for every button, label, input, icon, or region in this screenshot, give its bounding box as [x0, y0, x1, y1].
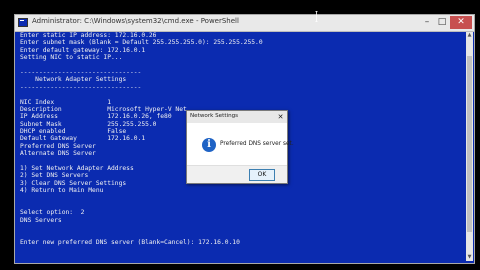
- console-line: Select option: 2: [20, 209, 85, 217]
- console-line: Enter new preferred DNS server (Blank=Ca…: [20, 238, 240, 246]
- window-titlebar[interactable]: Administrator: C:\Windows\system32\cmd.e…: [15, 15, 474, 32]
- vertical-scrollbar[interactable]: ▲ ▼: [466, 32, 473, 261]
- console-line: Enter subnet mask (Blank = Default 255.2…: [20, 39, 263, 47]
- console-line: Enter default gateway: 172.16.0.1: [20, 46, 146, 54]
- ok-button[interactable]: OK: [249, 169, 275, 181]
- window-title: Administrator: C:\Windows\system32\cmd.e…: [32, 17, 239, 25]
- dialog-title: Network Settings: [190, 113, 239, 119]
- maximize-button[interactable]: □: [435, 16, 449, 29]
- scroll-down-arrow-icon[interactable]: ▼: [466, 254, 473, 261]
- console-line: 4) Return to Main Menu: [20, 187, 104, 195]
- desktop-screen: Administrator: C:\Windows\system32\cmd.e…: [0, 0, 480, 270]
- console-line: Network Adapter Settings: [20, 76, 127, 84]
- info-icon: i: [202, 138, 216, 152]
- scroll-thumb[interactable]: [467, 56, 472, 232]
- console-line: Enter static IP address: 172.16.0.26: [20, 32, 157, 39]
- console-app-icon: [18, 18, 28, 27]
- console-line: DNS Servers: [20, 216, 62, 224]
- console-line: --------------------------------: [20, 68, 142, 76]
- dialog-body: i Preferred DNS server set.: [187, 123, 294, 165]
- close-button[interactable]: ✕: [450, 16, 472, 29]
- console-line: --------------------------------: [20, 83, 142, 91]
- window-controls: – □ ✕: [420, 16, 472, 30]
- scroll-up-arrow-icon[interactable]: ▲: [466, 32, 473, 39]
- minimize-button[interactable]: –: [420, 16, 434, 29]
- dialog-message: Preferred DNS server set.: [220, 141, 294, 147]
- dialog-close-button[interactable]: ✕: [275, 112, 286, 122]
- mouse-cursor-icon: [315, 11, 318, 22]
- console-line: Setting NIC to static IP...: [20, 54, 123, 62]
- dialog-footer: OK: [187, 165, 287, 183]
- network-settings-dialog[interactable]: Network Settings ✕ i Preferred DNS serve…: [186, 110, 294, 184]
- console-line: NIC Index 1: [20, 98, 111, 106]
